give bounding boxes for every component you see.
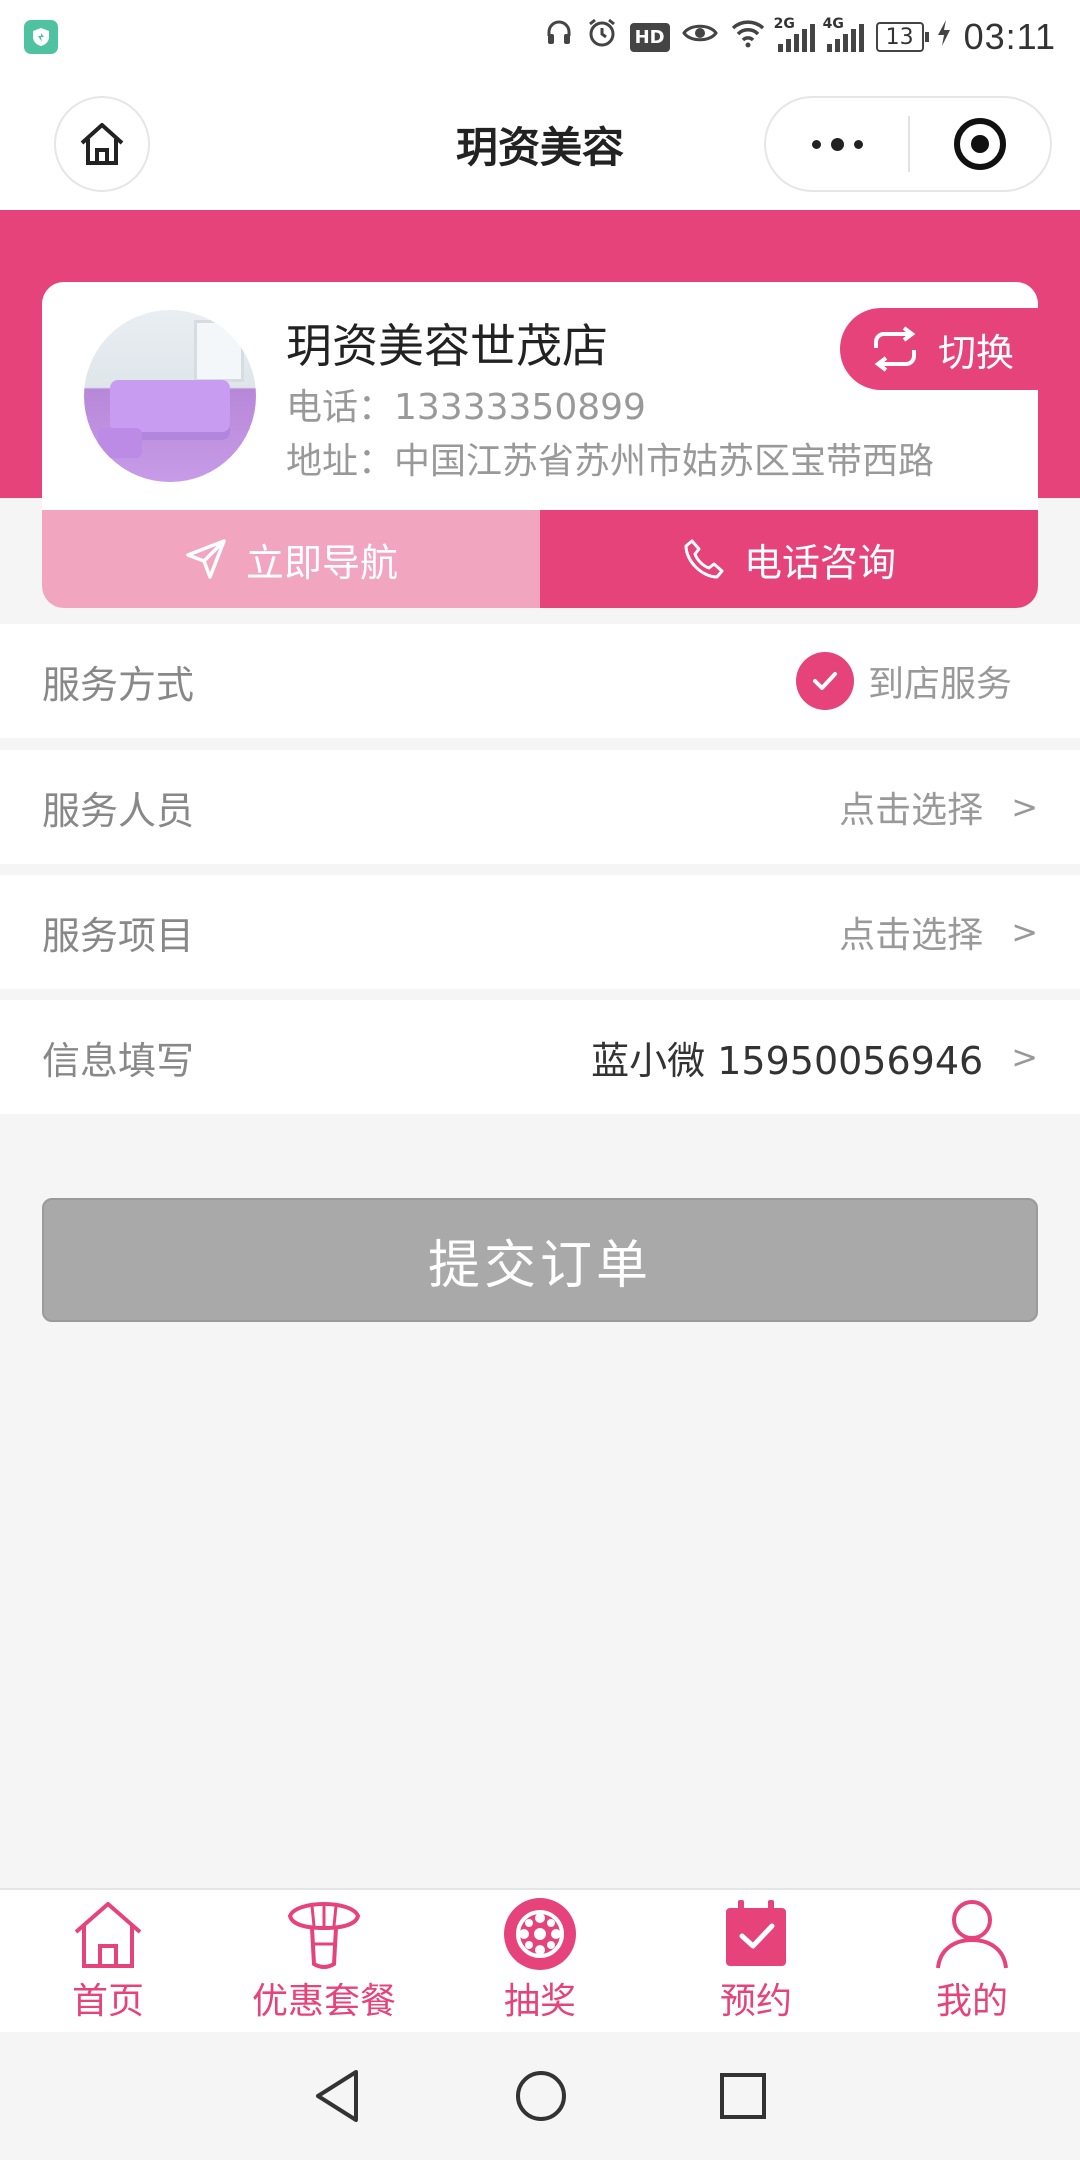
project-label: 服务项目 xyxy=(42,913,195,958)
back-icon[interactable] xyxy=(312,2068,364,2124)
security-shield-icon xyxy=(24,20,58,54)
hd-icon: HD xyxy=(629,22,670,52)
call-button[interactable]: 电话咨询 xyxy=(540,510,1038,608)
project-row[interactable]: 服务项目 点击选择 > xyxy=(0,875,1080,989)
signal-2g-icon: 2G xyxy=(774,16,815,52)
more-button[interactable] xyxy=(766,137,908,151)
switch-store-button[interactable]: 切换 xyxy=(840,308,1038,390)
home-icon xyxy=(74,1902,142,1968)
package-icon xyxy=(287,1902,361,1969)
info-row[interactable]: 信息填写 蓝小微 15950056946 > xyxy=(0,1000,1080,1114)
staff-row[interactable]: 服务人员 点击选择 > xyxy=(0,750,1080,864)
navigation-arrow-icon xyxy=(186,539,226,579)
store-address: 地址：中国江苏省苏州市姑苏区宝带西路 xyxy=(286,441,935,482)
service-mode-option[interactable]: 到店服务 xyxy=(795,652,1038,710)
info-value: 蓝小微 15950056946 > xyxy=(591,1038,1038,1083)
chevron-right-icon: > xyxy=(1011,788,1038,826)
tab-lottery[interactable]: 抽奖 xyxy=(432,1890,648,2032)
charging-icon xyxy=(936,19,952,55)
tab-bar: 首页 优惠套餐 抽奖 预约 我的 xyxy=(0,1888,1080,2032)
switch-icon xyxy=(874,326,916,372)
info-label: 信息填写 xyxy=(42,1038,195,1083)
project-value: 点击选择 > xyxy=(839,913,1038,956)
signal-4g-icon: 4G xyxy=(823,16,864,52)
submit-order-button[interactable]: 提交订单 xyxy=(42,1198,1038,1322)
tab-lottery-label: 抽奖 xyxy=(503,1981,576,2022)
chevron-right-icon: > xyxy=(1011,913,1038,951)
switch-label: 切换 xyxy=(938,330,1015,375)
eye-icon xyxy=(681,19,718,55)
service-mode-label: 服务方式 xyxy=(42,662,195,707)
battery-indicator: 13 xyxy=(875,22,929,52)
system-navigation-bar xyxy=(0,2032,1080,2160)
call-label: 电话咨询 xyxy=(743,540,896,585)
more-dots-icon xyxy=(811,137,863,151)
service-mode-value: 到店服务 xyxy=(867,664,1012,705)
home-circle-icon[interactable] xyxy=(514,2069,568,2123)
store-actions: 立即导航 电话咨询 xyxy=(42,510,1038,608)
service-mode-row: 服务方式 到店服务 xyxy=(0,624,1080,738)
alarm-icon xyxy=(586,17,618,57)
chevron-right-icon: > xyxy=(1011,1038,1038,1076)
phone-icon xyxy=(684,539,724,579)
tab-home[interactable]: 首页 xyxy=(0,1890,216,2032)
store-card: 玥资美容世茂店 电话：13333350899 地址：中国江苏省苏州市姑苏区宝带西… xyxy=(42,282,1038,608)
navigate-button[interactable]: 立即导航 xyxy=(42,510,540,608)
user-icon xyxy=(936,1900,1008,1969)
store-name: 玥资美容世茂店 xyxy=(286,319,608,373)
staff-value: 点击选择 > xyxy=(839,788,1038,831)
tab-booking[interactable]: 预约 xyxy=(648,1890,864,2032)
store-phone: 电话：13333350899 xyxy=(286,387,646,428)
headphones-icon xyxy=(544,18,574,56)
wifi-icon xyxy=(730,18,766,56)
tab-booking-label: 预约 xyxy=(719,1981,792,2022)
close-mini-program-button[interactable] xyxy=(910,118,1050,170)
store-photo xyxy=(84,310,256,482)
checkmark-icon xyxy=(795,652,854,710)
lottery-wheel-icon xyxy=(504,1898,576,1970)
tab-mine[interactable]: 我的 xyxy=(864,1890,1080,2032)
tab-home-label: 首页 xyxy=(71,1981,144,2022)
tab-mine-label: 我的 xyxy=(935,1981,1008,2022)
status-bar: HD 2G 4G 13 03:11 xyxy=(0,0,1080,74)
mini-program-navbar: 玥资美容 xyxy=(0,74,1080,210)
recents-icon[interactable] xyxy=(718,2071,768,2121)
tab-packages[interactable]: 优惠套餐 xyxy=(216,1890,432,2032)
tab-packages-label: 优惠套餐 xyxy=(251,1981,396,2022)
clock: 03:11 xyxy=(963,16,1056,57)
calendar-check-icon xyxy=(726,1900,786,1966)
navigate-label: 立即导航 xyxy=(245,540,398,585)
target-icon xyxy=(954,118,1006,170)
staff-label: 服务人员 xyxy=(42,788,195,833)
capsule-menu xyxy=(764,96,1052,192)
